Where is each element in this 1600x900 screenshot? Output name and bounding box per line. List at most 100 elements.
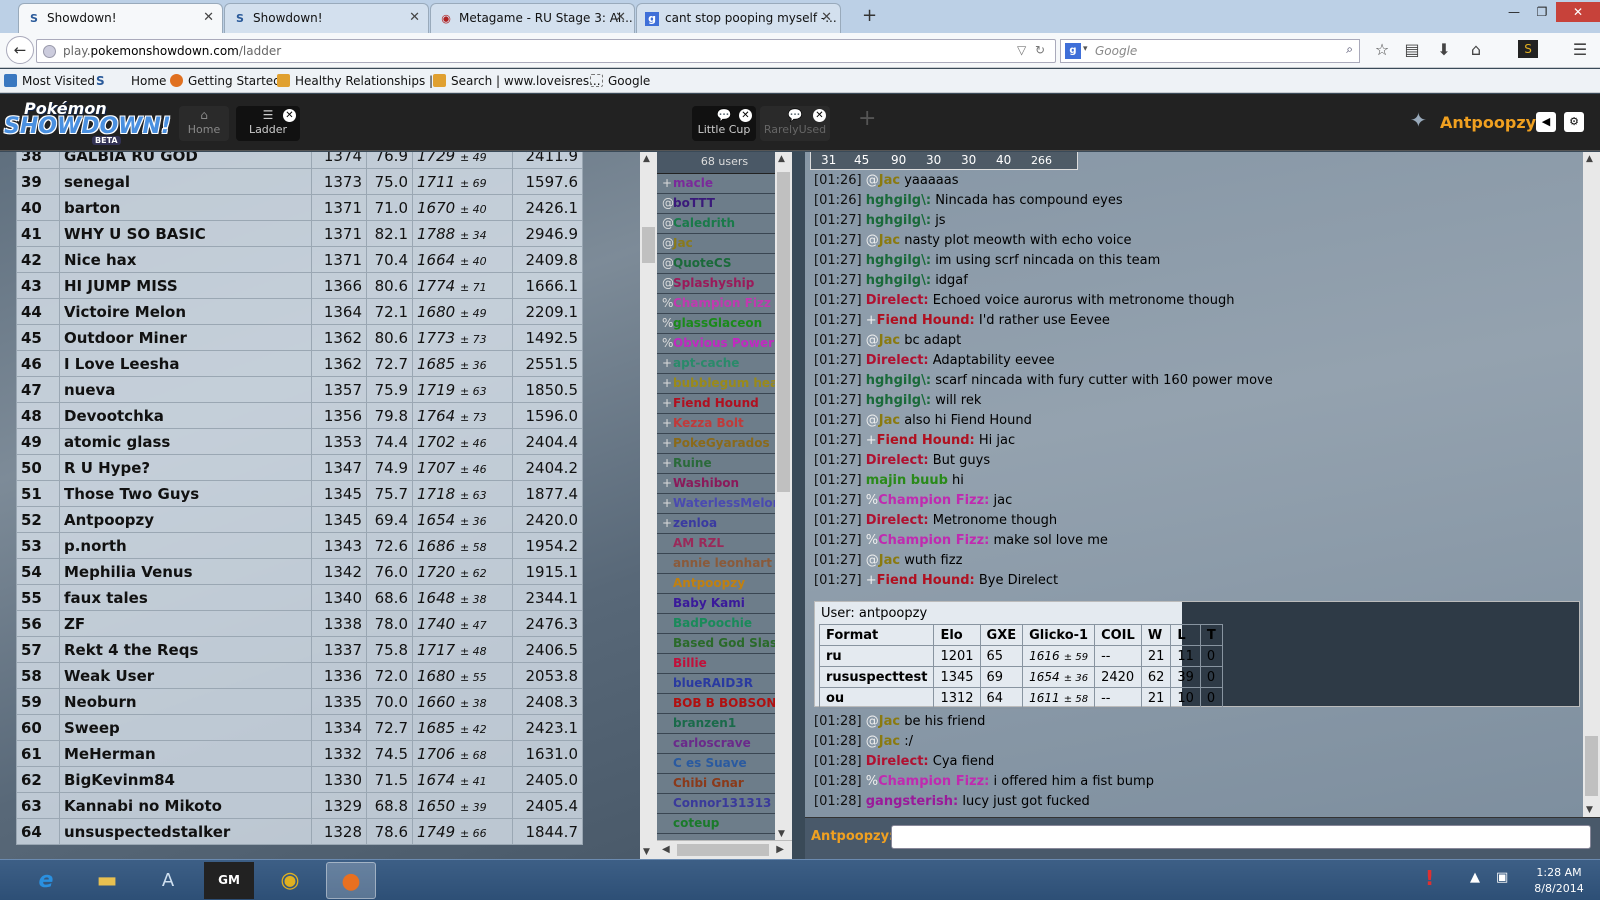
scroll-thumb[interactable] (1585, 736, 1598, 796)
user-list-item[interactable]: %glassGlaceon (657, 314, 792, 334)
message-author[interactable]: gangsterish: (866, 794, 958, 809)
close-tab-icon[interactable]: ✕ (409, 10, 420, 25)
paint-icon[interactable]: A (143, 862, 193, 899)
name-cell[interactable]: Antpoopzy (59, 506, 312, 533)
table-row[interactable]: 50 R U Hype? 1347 74.9 1707 ± 46 2404.2 (16, 454, 583, 481)
home-icon[interactable]: ⌂ (1466, 40, 1486, 59)
bookmark-most-visited[interactable]: Most Visited (4, 74, 95, 88)
firefox-icon[interactable]: ● (326, 862, 376, 899)
download-icon[interactable]: ⬇ (1434, 40, 1454, 59)
table-row[interactable]: 38 GALBIA RU GOD 1374 76.9 1729 ± 49 2411.9 (16, 152, 583, 169)
table-row[interactable]: 62 BigKevinm84 1330 71.5 1674 ± 41 2405.0 (16, 766, 583, 793)
browser-tab[interactable]: ◉ Metagame - RU Stage 3: Al... ✕ (430, 3, 635, 33)
user-list-item[interactable]: Baby Kami (657, 594, 792, 614)
user-list-item[interactable]: AM RZL (657, 534, 792, 554)
name-cell[interactable]: Outdoor Miner (59, 324, 312, 351)
table-row[interactable]: 41 WHY U SO BASIC 1371 82.1 1788 ± 34 2946.9 (16, 220, 583, 247)
gear-icon[interactable]: ⚙ (1564, 112, 1584, 132)
table-row[interactable]: 46 I Love Leesha 1362 72.7 1685 ± 36 2551.5 (16, 350, 583, 377)
system-clock[interactable]: 1:28 AM 8/8/2014 (1523, 865, 1595, 897)
user-list-item[interactable]: coteup (657, 814, 792, 834)
table-row[interactable]: 61 MeHerman 1332 74.5 1706 ± 68 1631.0 (16, 740, 583, 767)
scroll-left-icon[interactable]: ◀ (662, 844, 670, 855)
table-row[interactable]: 53 p.north 1343 72.6 1686 ± 58 1954.2 (16, 532, 583, 559)
message-author[interactable]: Jac (879, 714, 900, 729)
reading-list-icon[interactable]: ▤ (1402, 40, 1422, 59)
table-row[interactable]: 55 faux tales 1340 68.6 1648 ± 38 2344.1 (16, 584, 583, 611)
user-list-item[interactable]: +macle (657, 174, 792, 194)
url-bar[interactable]: play.pokemonshowdown.com/ladder ▽ ↻ (36, 39, 1056, 63)
search-icon[interactable]: ⌕ (1346, 42, 1353, 57)
bookmark-google[interactable]: Google (590, 74, 650, 88)
table-row[interactable]: 56 ZF 1338 78.0 1740 ± 47 2476.3 (16, 610, 583, 637)
user-list-item[interactable]: annie leonhart (657, 554, 792, 574)
close-icon[interactable]: ✕ (739, 109, 752, 122)
table-row[interactable]: 48 Devootchka 1356 79.8 1764 ± 73 1596.0 (16, 402, 583, 429)
browser-tab[interactable]: S Showdown! ✕ (224, 3, 429, 33)
table-row[interactable]: 45 Outdoor Miner 1362 80.6 1773 ± 73 1492.5 (16, 324, 583, 351)
close-tab-icon[interactable]: ✕ (821, 10, 832, 25)
name-cell[interactable]: R U Hype? (59, 454, 312, 481)
message-author[interactable]: Jac (879, 173, 900, 188)
file-explorer-icon[interactable]: ▬ (82, 862, 132, 899)
scroll-down-icon[interactable]: ▼ (643, 847, 650, 857)
message-author[interactable]: Jac (879, 333, 900, 348)
user-list-item[interactable]: @Caledrith (657, 214, 792, 234)
menu-icon[interactable]: ☰ (1570, 40, 1590, 59)
sound-icon[interactable]: ◀ (1536, 112, 1556, 132)
user-list-item[interactable]: +bubblegum heart (657, 374, 792, 394)
user-list-item[interactable]: @Splashyship (657, 274, 792, 294)
bookmark-healthy-relationships[interactable]: Healthy Relationships |... (277, 74, 445, 88)
name-cell[interactable]: senegal (59, 168, 312, 195)
scroll-right-icon[interactable]: ▶ (776, 844, 784, 855)
network-icon[interactable]: ▣ (1496, 870, 1508, 885)
close-icon[interactable]: ✕ (813, 109, 826, 122)
chevron-down-icon[interactable]: ▾ (1083, 44, 1088, 54)
message-author[interactable]: Fiend Hound: (877, 433, 975, 448)
user-list-item[interactable]: BOB B BOBSON (657, 694, 792, 714)
extension-icon[interactable]: S (1518, 40, 1538, 58)
scroll-thumb[interactable] (642, 227, 655, 263)
user-list-item[interactable]: blueRAID3R (657, 674, 792, 694)
message-author[interactable]: Direlect: (866, 453, 929, 468)
scroll-up-icon[interactable]: ▲ (1586, 154, 1593, 164)
table-row[interactable]: 42 Nice hax 1371 70.4 1664 ± 40 2409.8 (16, 246, 583, 273)
scroll-up-icon[interactable]: ▲ (643, 154, 650, 164)
message-author[interactable]: hghgilg\: (866, 253, 931, 268)
name-cell[interactable]: Kannabi no Mikoto (59, 792, 312, 819)
message-author[interactable]: Direlect: (866, 513, 929, 528)
name-cell[interactable]: Mephilia Venus (59, 558, 312, 585)
name-cell[interactable]: Sweep (59, 714, 312, 741)
table-row[interactable]: 51 Those Two Guys 1345 75.7 1718 ± 63 1877.4 (16, 480, 583, 507)
table-row[interactable]: 40 barton 1371 71.0 1670 ± 40 2426.1 (16, 194, 583, 221)
name-cell[interactable]: Weak User (59, 662, 312, 689)
user-list-item[interactable]: %Champion Fizz (657, 294, 792, 314)
message-author[interactable]: Jac (879, 734, 900, 749)
name-cell[interactable]: ZF (59, 610, 312, 637)
chat-scrollbar[interactable]: ▲ ▼ (1583, 152, 1600, 817)
name-cell[interactable]: p.north (59, 532, 312, 559)
user-list-item[interactable]: +WaterlessMelon (657, 494, 792, 514)
user-list-item[interactable]: +PokeGyarados (657, 434, 792, 454)
message-author[interactable]: Direlect: (866, 353, 929, 368)
name-cell[interactable]: GALBIA RU GOD (59, 152, 312, 169)
user-list-hscrollbar[interactable]: ◀ ▶ (657, 840, 792, 859)
message-author[interactable]: hghgilg\: (866, 393, 931, 408)
name-cell[interactable]: BigKevinm84 (59, 766, 312, 793)
bookmark-loveisrespect[interactable]: Search | www.loveisres... (433, 74, 601, 88)
table-row[interactable]: 39 senegal 1373 75.0 1711 ± 69 1597.6 (16, 168, 583, 195)
add-tab-button[interactable]: + (858, 106, 876, 131)
name-cell[interactable]: Rekt 4 the Reqs (59, 636, 312, 663)
message-author[interactable]: Champion Fizz: (878, 493, 989, 508)
table-row[interactable]: 52 Antpoopzy 1345 69.4 1654 ± 36 2420.0 (16, 506, 583, 533)
table-row[interactable]: 59 Neoburn 1335 70.0 1660 ± 38 2408.3 (16, 688, 583, 715)
name-cell[interactable]: Neoburn (59, 688, 312, 715)
user-list-item[interactable]: +Ruine (657, 454, 792, 474)
name-cell[interactable]: MeHerman (59, 740, 312, 767)
table-row[interactable]: 44 Victoire Melon 1364 72.1 1680 ± 49 2209.1 (16, 298, 583, 325)
game-maker-icon[interactable]: GM (204, 862, 254, 899)
showdown-bookmark-icon[interactable]: S (96, 74, 105, 88)
back-button[interactable]: ← (6, 36, 34, 64)
table-row[interactable]: 43 HI JUMP MISS 1366 80.6 1774 ± 71 1666.1 (16, 272, 583, 299)
maximize-icon[interactable]: ❐ (1528, 2, 1556, 22)
